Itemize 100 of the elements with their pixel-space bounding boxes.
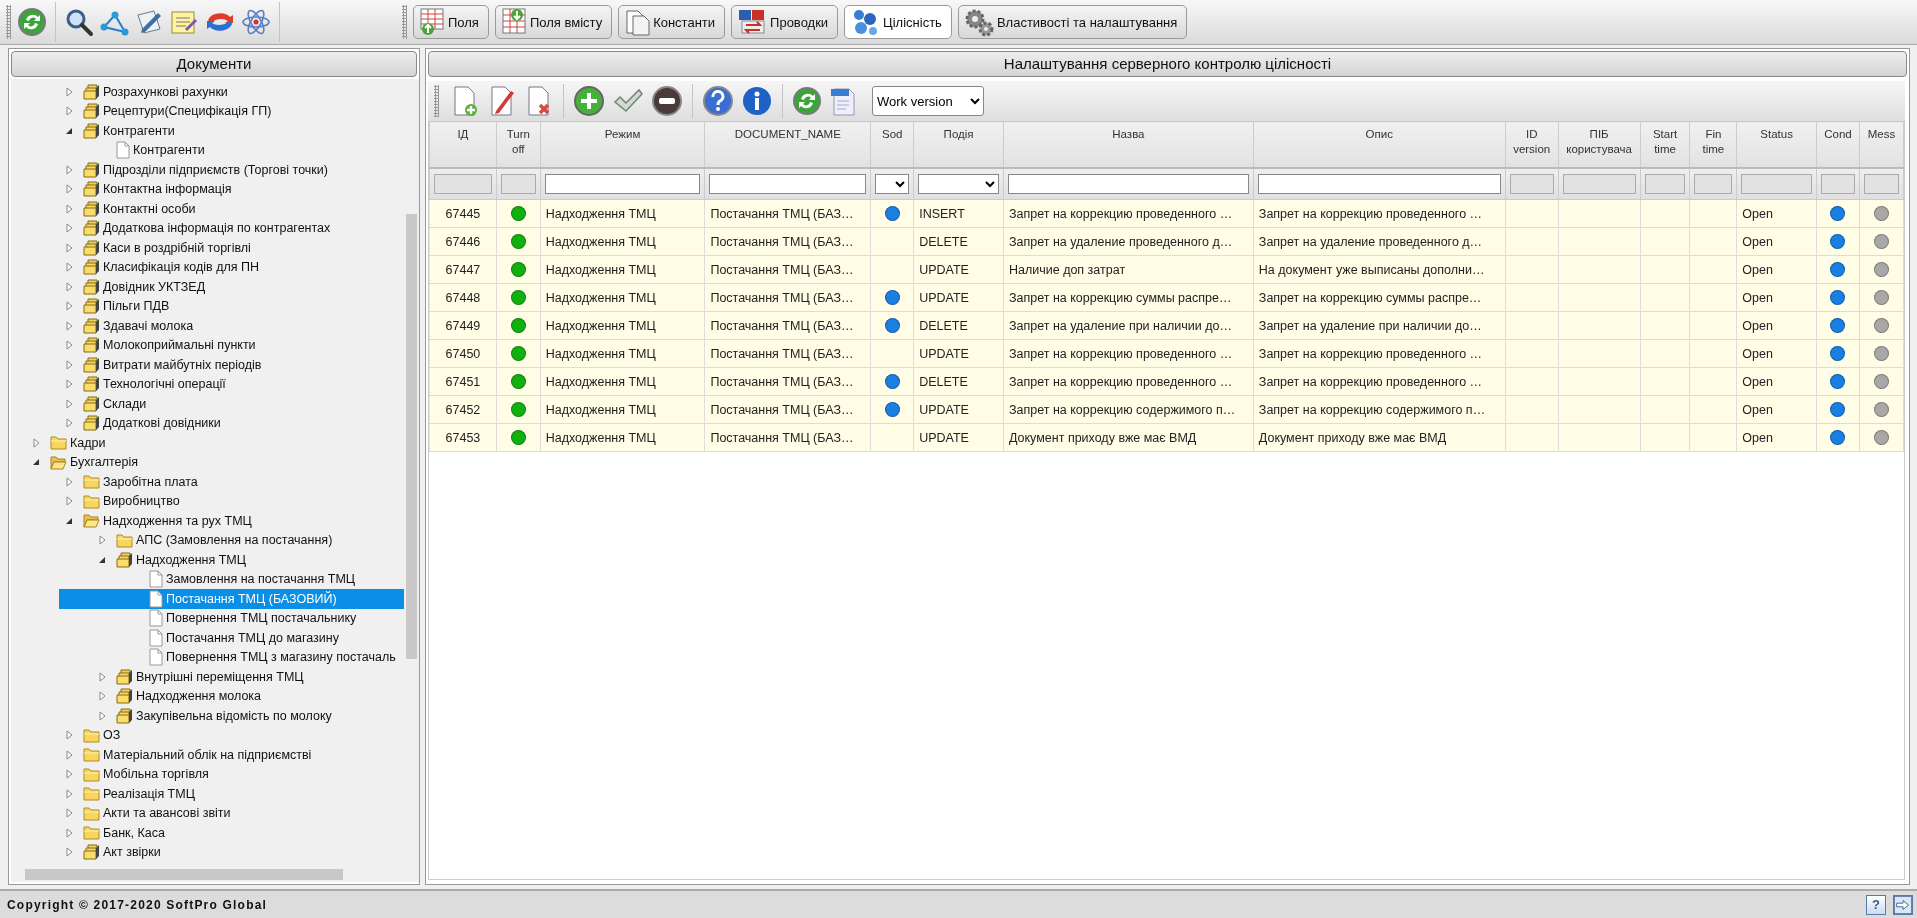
collapsed-arrow-icon[interactable] bbox=[64, 281, 74, 292]
collapsed-arrow-icon[interactable] bbox=[64, 418, 74, 429]
collapsed-arrow-icon[interactable] bbox=[64, 184, 74, 195]
tree-item[interactable]: Розрахункові рахунки bbox=[11, 82, 404, 102]
collapsed-arrow-icon[interactable] bbox=[64, 730, 74, 741]
tab[interactable]: Проводки bbox=[731, 5, 839, 39]
tree-item[interactable]: ОЗ bbox=[11, 725, 404, 745]
tree-item[interactable]: Банк, Каса bbox=[11, 823, 404, 843]
expanded-arrow-icon[interactable] bbox=[31, 457, 41, 468]
tree-item[interactable]: Підрозділи підприємств (Торгові точки) bbox=[11, 160, 404, 180]
collapsed-arrow-icon[interactable] bbox=[64, 847, 74, 858]
collapsed-arrow-icon[interactable] bbox=[64, 301, 74, 312]
refresh-icon[interactable] bbox=[17, 7, 47, 37]
tab[interactable]: Цілісність bbox=[844, 5, 952, 39]
tree-item[interactable]: Закупівельна відомість по молоку bbox=[11, 706, 404, 726]
collapsed-arrow-icon[interactable] bbox=[64, 164, 74, 175]
collapsed-arrow-icon[interactable] bbox=[64, 379, 74, 390]
tree-item[interactable]: Виробництво bbox=[11, 491, 404, 511]
tree-item[interactable]: Внутрішні переміщення ТМЦ bbox=[11, 667, 404, 687]
column-header[interactable]: Mess bbox=[1859, 121, 1904, 168]
column-header[interactable]: Назва bbox=[1003, 121, 1254, 168]
help-icon[interactable] bbox=[702, 85, 734, 117]
tree-item[interactable]: Витрати майбутніх періодів bbox=[11, 355, 404, 375]
tree-item[interactable]: Контрагенти bbox=[11, 140, 404, 160]
collapsed-arrow-icon[interactable] bbox=[64, 242, 74, 253]
exit-icon[interactable] bbox=[1893, 894, 1913, 915]
column-header[interactable]: Turn off bbox=[496, 121, 541, 168]
add-icon[interactable] bbox=[573, 85, 605, 117]
collapsed-arrow-icon[interactable] bbox=[64, 320, 74, 331]
column-header[interactable]: DOCUMENT_NAME bbox=[704, 121, 871, 168]
column-header[interactable]: Sod bbox=[870, 121, 914, 168]
collapsed-arrow-icon[interactable] bbox=[64, 827, 74, 838]
tree-item[interactable]: Надходження та рух ТМЦ bbox=[11, 511, 404, 531]
tree-item[interactable]: Акт звірки bbox=[11, 842, 404, 862]
tree-item[interactable]: Технологічні операції bbox=[11, 374, 404, 394]
help-button[interactable]: ? bbox=[1866, 894, 1886, 915]
tree-item[interactable]: Замовлення на постачання ТМЦ bbox=[11, 569, 404, 589]
scrollbar[interactable] bbox=[11, 866, 419, 882]
collapsed-arrow-icon[interactable] bbox=[97, 535, 107, 546]
atom-icon[interactable] bbox=[241, 7, 271, 37]
tree-item[interactable]: Мобільна торгівля bbox=[11, 764, 404, 784]
collapsed-arrow-icon[interactable] bbox=[64, 769, 74, 780]
collapsed-arrow-icon[interactable] bbox=[64, 223, 74, 234]
collapsed-arrow-icon[interactable] bbox=[97, 671, 107, 682]
filter-field[interactable] bbox=[1257, 174, 1501, 194]
column-header[interactable]: Start time bbox=[1640, 121, 1690, 168]
collapsed-arrow-icon[interactable] bbox=[64, 106, 74, 117]
column-header[interactable]: Fin time bbox=[1689, 121, 1737, 168]
collapsed-arrow-icon[interactable] bbox=[64, 496, 74, 507]
tab[interactable]: Константи bbox=[618, 5, 726, 39]
pencil-paper-icon[interactable] bbox=[134, 7, 164, 37]
tree-item[interactable]: Бухгалтерія bbox=[11, 452, 404, 472]
tree-item[interactable]: Реалізація ТМЦ bbox=[11, 784, 404, 804]
column-header[interactable]: ІД bbox=[429, 121, 497, 168]
column-header[interactable]: Status bbox=[1736, 121, 1817, 168]
version-dropdown[interactable]: Work version bbox=[872, 86, 984, 116]
collapsed-arrow-icon[interactable] bbox=[64, 749, 74, 760]
remove-icon[interactable] bbox=[651, 85, 683, 117]
info-icon[interactable] bbox=[741, 85, 773, 117]
tree-item[interactable]: Кадри bbox=[11, 433, 404, 453]
column-header[interactable]: Подія bbox=[913, 121, 1004, 168]
tree-item[interactable]: Рецептури(Специфікація ГП) bbox=[11, 101, 404, 121]
tree-item[interactable]: Надходження ТМЦ bbox=[11, 550, 404, 570]
tree-item[interactable]: Пільги ПДВ bbox=[11, 296, 404, 316]
collapsed-arrow-icon[interactable] bbox=[97, 710, 107, 721]
collapsed-arrow-icon[interactable] bbox=[64, 476, 74, 487]
column-header[interactable]: Режим bbox=[540, 121, 705, 168]
tab[interactable]: Властивості та налаштування bbox=[957, 5, 1188, 39]
tree-item[interactable]: Заробітна плата bbox=[11, 472, 404, 492]
tree-item[interactable]: Контрагенти bbox=[11, 121, 404, 141]
tree-item[interactable]: Здавачі молока bbox=[11, 316, 404, 336]
tree-item[interactable]: Акти та авансові звіти bbox=[11, 803, 404, 823]
collapsed-arrow-icon[interactable] bbox=[64, 398, 74, 409]
column-header[interactable]: ПІБ користувача bbox=[1558, 121, 1641, 168]
collapsed-arrow-icon[interactable] bbox=[64, 340, 74, 351]
column-header[interactable]: Cond bbox=[1816, 121, 1860, 168]
tree-item[interactable]: Довідник УКТЗЕД bbox=[11, 277, 404, 297]
collapsed-arrow-icon[interactable] bbox=[64, 262, 74, 273]
refresh-icon[interactable] bbox=[792, 86, 822, 116]
tree-item[interactable]: Контактна інформація bbox=[11, 179, 404, 199]
tree-item[interactable]: Контактні особи bbox=[11, 199, 404, 219]
filter-field[interactable] bbox=[709, 174, 867, 194]
collapsed-arrow-icon[interactable] bbox=[64, 86, 74, 97]
collapsed-arrow-icon[interactable] bbox=[31, 437, 41, 448]
filter-field[interactable] bbox=[544, 174, 701, 194]
tree-item[interactable]: Класифікація кодів для ПН bbox=[11, 257, 404, 277]
tab[interactable]: Поля bbox=[413, 5, 489, 39]
tree-item[interactable]: Склади bbox=[11, 394, 404, 414]
filter-field[interactable] bbox=[1007, 174, 1249, 194]
tree-item[interactable]: Додаткові довідники bbox=[11, 413, 404, 433]
collapsed-arrow-icon[interactable] bbox=[64, 808, 74, 819]
collapsed-arrow-icon[interactable] bbox=[64, 359, 74, 370]
collapsed-arrow-icon[interactable] bbox=[64, 788, 74, 799]
tree-item[interactable]: АПС (Замовлення на постачання) bbox=[11, 530, 404, 550]
column-header[interactable]: ID version bbox=[1505, 121, 1559, 168]
tree-item[interactable]: Матеріальний облік на підприємстві bbox=[11, 745, 404, 765]
tree-item[interactable]: Надходження молока bbox=[11, 686, 404, 706]
collapsed-arrow-icon[interactable] bbox=[97, 691, 107, 702]
tree-item[interactable]: Каси в роздрібній торгівлі bbox=[11, 238, 404, 258]
tab[interactable]: Поля вмісту bbox=[494, 5, 613, 39]
